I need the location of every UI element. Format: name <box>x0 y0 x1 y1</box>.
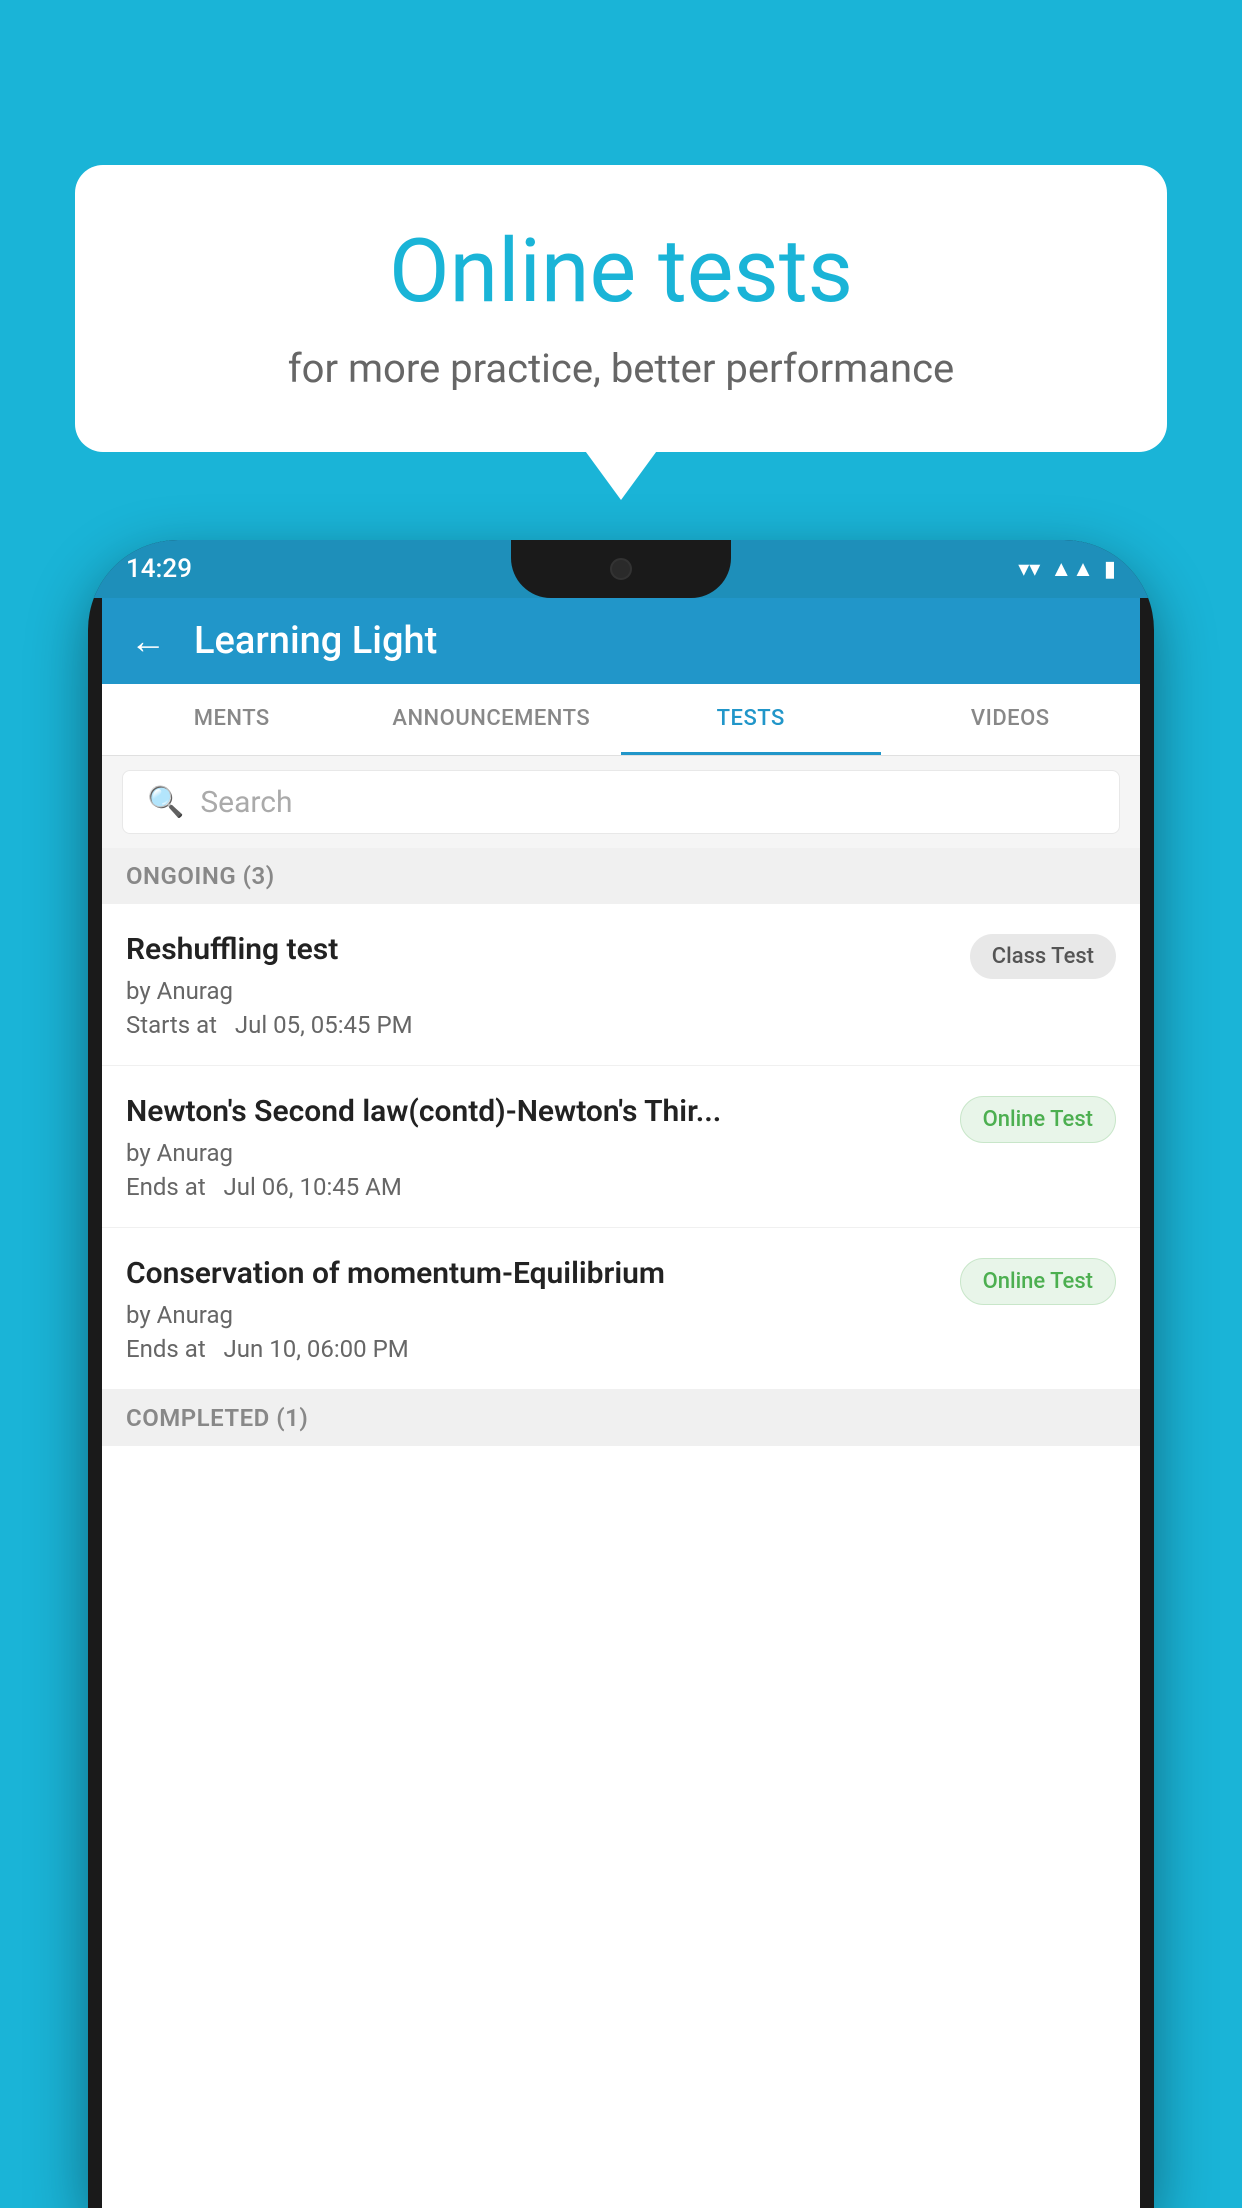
test-author: by Anurag <box>126 977 950 1005</box>
app-title: Learning Light <box>194 619 437 663</box>
test-time: Starts at Jul 05, 05:45 PM <box>126 1011 950 1039</box>
test-author: by Anurag <box>126 1139 940 1167</box>
test-time: Ends at Jul 06, 10:45 AM <box>126 1173 940 1201</box>
tab-tests[interactable]: TESTS <box>621 684 881 755</box>
test-item[interactable]: Reshuffling test by Anurag Starts at Jul… <box>102 904 1140 1066</box>
search-container: 🔍 Search <box>102 756 1140 848</box>
status-time: 14:29 <box>126 554 192 584</box>
test-item[interactable]: Newton's Second law(contd)-Newton's Thir… <box>102 1066 1140 1228</box>
phone-frame: 14:29 ▾▾ ▲▲ ▮ ← Learning Light MENTS ANN… <box>88 540 1154 2208</box>
status-icons: ▾▾ ▲▲ ▮ <box>1018 556 1116 582</box>
search-icon: 🔍 <box>147 785 184 820</box>
battery-icon: ▮ <box>1104 557 1116 582</box>
bubble-subtitle: for more practice, better performance <box>135 345 1107 392</box>
test-item[interactable]: Conservation of momentum-Equilibrium by … <box>102 1228 1140 1390</box>
tab-ments[interactable]: MENTS <box>102 684 362 755</box>
test-title: Reshuffling test <box>126 930 950 969</box>
tabs-bar: MENTS ANNOUNCEMENTS TESTS VIDEOS <box>102 684 1140 756</box>
phone-notch <box>511 540 731 598</box>
search-placeholder: Search <box>200 785 292 820</box>
signal-icon: ▲▲ <box>1050 556 1094 582</box>
test-time: Ends at Jun 10, 06:00 PM <box>126 1335 940 1363</box>
completed-section-header: COMPLETED (1) <box>102 1390 1140 1446</box>
bubble-title: Online tests <box>135 220 1107 323</box>
search-box[interactable]: 🔍 Search <box>122 770 1120 834</box>
test-title: Conservation of momentum-Equilibrium <box>126 1254 940 1293</box>
front-camera <box>610 558 632 580</box>
test-info: Newton's Second law(contd)-Newton's Thir… <box>126 1092 960 1201</box>
tab-videos[interactable]: VIDEOS <box>881 684 1141 755</box>
wifi-icon: ▾▾ <box>1018 557 1040 582</box>
test-title: Newton's Second law(contd)-Newton's Thir… <box>126 1092 940 1131</box>
test-list: Reshuffling test by Anurag Starts at Jul… <box>102 904 1140 1390</box>
test-author: by Anurag <box>126 1301 940 1329</box>
app-header: ← Learning Light <box>102 598 1140 684</box>
test-badge-class: Class Test <box>970 934 1116 979</box>
test-info: Reshuffling test by Anurag Starts at Jul… <box>126 930 970 1039</box>
speech-bubble: Online tests for more practice, better p… <box>75 165 1167 452</box>
app-content: ← Learning Light MENTS ANNOUNCEMENTS TES… <box>102 598 1140 2208</box>
ongoing-section-header: ONGOING (3) <box>102 848 1140 904</box>
test-badge-online: Online Test <box>960 1096 1116 1143</box>
tab-announcements[interactable]: ANNOUNCEMENTS <box>362 684 622 755</box>
test-badge-online: Online Test <box>960 1258 1116 1305</box>
back-button[interactable]: ← <box>130 620 166 662</box>
test-info: Conservation of momentum-Equilibrium by … <box>126 1254 960 1363</box>
